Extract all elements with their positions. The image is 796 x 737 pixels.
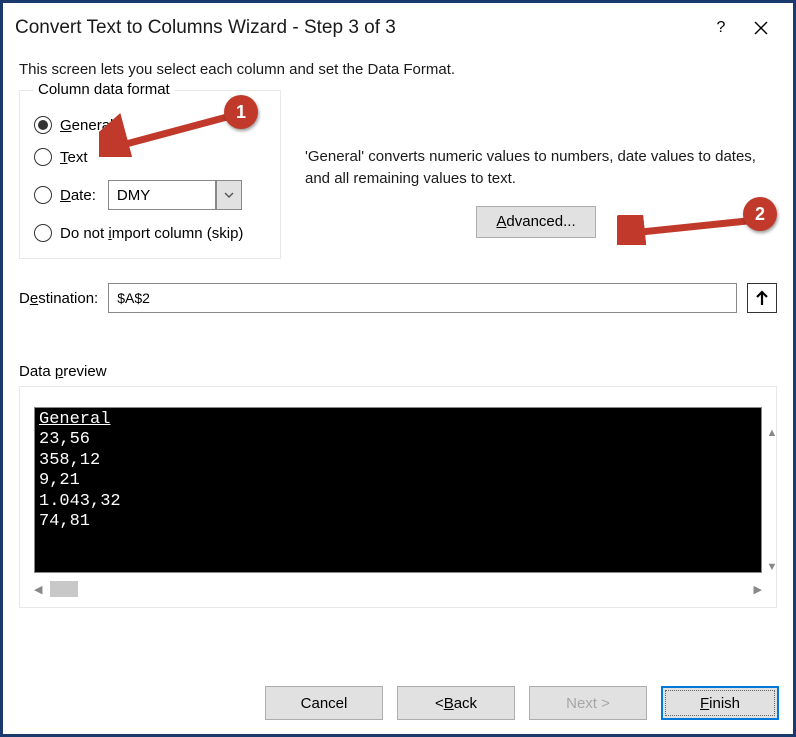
horizontal-scrollbar[interactable]: ◀ ▶ — [34, 581, 762, 597]
radio-date[interactable] — [34, 186, 52, 204]
hscroll-track[interactable] — [44, 581, 751, 597]
chevron-down-icon — [224, 192, 234, 198]
hscroll-thumb[interactable] — [50, 581, 78, 597]
data-preview-section: Data preview General 23,56 358,12 9,21 1… — [19, 363, 777, 608]
vertical-scrollbar[interactable]: ▲ ▼ — [764, 427, 780, 573]
close-button[interactable] — [741, 13, 781, 43]
destination-label: Destination: — [19, 290, 98, 307]
format-help-text: 'General' converts numeric values to num… — [305, 146, 767, 190]
preview-row: 9,21 — [39, 471, 80, 490]
screen-description: This screen lets you select each column … — [19, 61, 777, 78]
radio-text[interactable] — [34, 148, 52, 166]
finish-button[interactable]: Finish — [661, 686, 779, 720]
scroll-right-icon[interactable]: ▶ — [754, 583, 762, 596]
radio-skip-label: Do not import column (skip) — [60, 225, 243, 242]
date-format-select[interactable] — [108, 180, 242, 210]
radio-general-label: General — [60, 117, 113, 134]
cancel-button[interactable]: Cancel — [265, 686, 383, 720]
wizard-dialog: Convert Text to Columns Wizard - Step 3 … — [0, 0, 796, 737]
advanced-button[interactable]: Advanced... — [476, 206, 596, 238]
help-button[interactable]: ? — [701, 13, 741, 43]
radio-general[interactable] — [34, 116, 52, 134]
date-dropdown-button[interactable] — [216, 180, 242, 210]
close-icon — [754, 21, 768, 35]
scroll-up-icon[interactable]: ▲ — [767, 427, 778, 439]
radio-general-row[interactable]: General — [34, 116, 266, 134]
wizard-button-row: Cancel < Back Next > Finish — [265, 686, 779, 720]
preview-row: 23,56 — [39, 430, 90, 449]
destination-row: Destination: — [19, 283, 777, 313]
preview-row: 358,12 — [39, 451, 100, 470]
range-picker-button[interactable] — [747, 283, 777, 313]
preview-row: 1.043,32 — [39, 492, 121, 511]
scroll-down-icon[interactable]: ▼ — [767, 561, 778, 573]
date-format-input[interactable] — [108, 180, 216, 210]
content-area: This screen lets you select each column … — [3, 53, 793, 616]
radio-date-label: Date: — [60, 187, 96, 204]
window-title: Convert Text to Columns Wizard - Step 3 … — [15, 17, 701, 39]
preview-box: General 23,56 358,12 9,21 1.043,32 74,81… — [19, 386, 777, 608]
preview-row: 74,81 — [39, 512, 90, 531]
column-data-format-group: Column data format General Text Date: — [19, 90, 281, 259]
radio-date-row[interactable]: Date: — [34, 180, 266, 210]
preview-column[interactable]: General 23,56 358,12 9,21 1.043,32 74,81 — [34, 407, 762, 573]
preview-display: General 23,56 358,12 9,21 1.043,32 74,81… — [34, 407, 762, 573]
group-label: Column data format — [34, 81, 174, 98]
destination-input[interactable] — [108, 283, 737, 313]
radio-text-row[interactable]: Text — [34, 148, 266, 166]
titlebar: Convert Text to Columns Wizard - Step 3 … — [3, 3, 793, 53]
scroll-left-icon[interactable]: ◀ — [34, 583, 42, 596]
back-button[interactable]: < Back — [397, 686, 515, 720]
collapse-dialog-icon — [755, 290, 769, 306]
top-section: Column data format General Text Date: — [19, 90, 777, 259]
next-button: Next > — [529, 686, 647, 720]
preview-label: Data preview — [19, 363, 107, 380]
format-description-panel: 'General' converts numeric values to num… — [305, 90, 777, 259]
radio-text-label: Text — [60, 149, 88, 166]
radio-skip[interactable] — [34, 224, 52, 242]
radio-skip-row[interactable]: Do not import column (skip) — [34, 224, 266, 242]
